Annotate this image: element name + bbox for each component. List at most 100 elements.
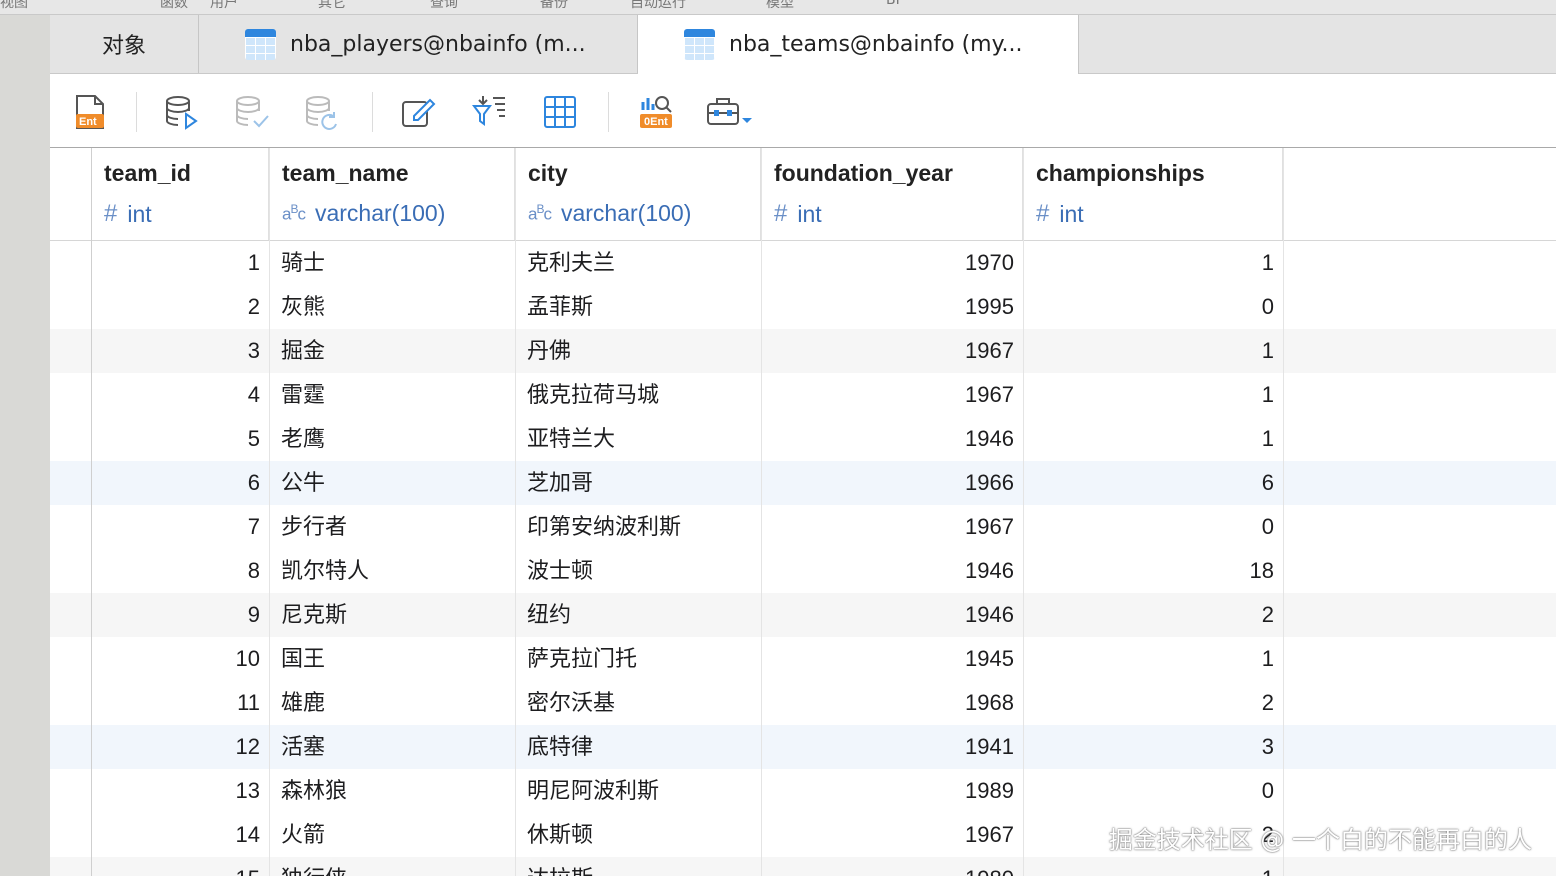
table-row[interactable]: 6 公牛 芝加哥 1966 6 <box>50 461 1556 505</box>
table-row[interactable]: 8 凯尔特人 波士顿 1946 18 <box>50 549 1556 593</box>
cell-city[interactable]: 波士顿 <box>515 549 761 593</box>
cell-championships[interactable]: 1 <box>1023 373 1283 417</box>
cell-team-id[interactable]: 3 <box>91 329 269 373</box>
table-row[interactable]: 15独行侠达拉斯19801 <box>50 857 1556 876</box>
cell-team-id[interactable]: 13 <box>91 769 269 813</box>
cell-team-name[interactable]: 老鹰 <box>269 417 515 461</box>
cell-city[interactable]: 芝加哥 <box>515 461 761 505</box>
cell-team-id[interactable]: 10 <box>91 637 269 681</box>
cell-foundation-year[interactable]: 1946 <box>761 593 1023 637</box>
menu-item[interactable]: 模型 <box>766 0 794 12</box>
cell-team-name[interactable]: 步行者 <box>269 505 515 549</box>
cell-team-name[interactable]: 火箭 <box>269 813 515 857</box>
cell-championships[interactable]: 3 <box>1023 725 1283 769</box>
cell-championships[interactable]: 2 <box>1023 593 1283 637</box>
cell-team-id[interactable]: 7 <box>91 505 269 549</box>
table-row[interactable]: 3 掘金 丹佛 1967 1 <box>50 329 1556 373</box>
cell-team-id[interactable]: 1 <box>91 241 269 285</box>
menu-item[interactable]: 备份 <box>540 0 568 12</box>
menu-item[interactable]: 查询 <box>430 0 458 12</box>
cell-city[interactable]: 萨克拉门托 <box>515 637 761 681</box>
cell-city[interactable]: 底特律 <box>515 725 761 769</box>
cell-city[interactable]: 丹佛 <box>515 329 761 373</box>
cell-foundation-year[interactable]: 1941 <box>761 725 1023 769</box>
cell-team-name[interactable]: 国王 <box>269 637 515 681</box>
column-header-4[interactable]: championships # int <box>1023 148 1283 240</box>
cell-championships[interactable]: 1 <box>1023 417 1283 461</box>
cell-championships[interactable]: 18 <box>1023 549 1283 593</box>
rollback-icon[interactable] <box>304 94 340 130</box>
cell-team-name[interactable]: 独行侠 <box>269 857 515 876</box>
cell-foundation-year[interactable]: 1970 <box>761 241 1023 285</box>
cell-foundation-year[interactable]: 1995 <box>761 285 1023 329</box>
cell-team-name[interactable]: 雄鹿 <box>269 681 515 725</box>
table-row[interactable]: 9 尼克斯 纽约 1946 2 <box>50 593 1556 637</box>
cell-foundation-year[interactable]: 1989 <box>761 769 1023 813</box>
cell-foundation-year[interactable]: 1967 <box>761 505 1023 549</box>
cell-team-name[interactable]: 雷霆 <box>269 373 515 417</box>
cell-team-name[interactable]: 公牛 <box>269 461 515 505</box>
tab-objects[interactable]: 对象 <box>50 15 199 73</box>
cell-team-name[interactable]: 尼克斯 <box>269 593 515 637</box>
data-grid[interactable]: team_id # int team_name aBc varchar(100) city a… <box>50 148 1556 876</box>
commit-icon[interactable] <box>234 94 270 130</box>
cell-city[interactable]: 密尔沃基 <box>515 681 761 725</box>
cell-foundation-year[interactable]: 1946 <box>761 417 1023 461</box>
column-header-0[interactable]: team_id # int <box>91 148 269 240</box>
cell-team-name[interactable]: 骑士 <box>269 241 515 285</box>
tab-nba-teams[interactable]: nba_teams@nbainfo (my... <box>638 15 1079 74</box>
cell-championships[interactable]: 1 <box>1023 241 1283 285</box>
cell-championships[interactable]: 1 <box>1023 857 1283 876</box>
table-row[interactable]: 13 森林狼 明尼阿波利斯 1989 0 <box>50 769 1556 813</box>
cell-city[interactable]: 孟菲斯 <box>515 285 761 329</box>
column-header-3[interactable]: foundation_year # int <box>761 148 1023 240</box>
menu-item[interactable]: 视图 <box>0 0 28 12</box>
cell-team-name[interactable]: 掘金 <box>269 329 515 373</box>
menu-item[interactable]: 其它 <box>318 0 346 12</box>
cell-team-id[interactable]: 2 <box>91 285 269 329</box>
grid-view-icon[interactable] <box>542 94 578 130</box>
tab-nba-players[interactable]: nba_players@nbainfo (m... <box>199 15 638 73</box>
cell-team-id[interactable]: 14 <box>91 813 269 857</box>
cell-championships[interactable]: 0 <box>1023 285 1283 329</box>
cell-team-id[interactable]: 11 <box>91 681 269 725</box>
table-row[interactable]: 4 雷霆 俄克拉荷马城 1967 1 <box>50 373 1556 417</box>
table-row[interactable]: 10 国王 萨克拉门托 1945 1 <box>50 637 1556 681</box>
cell-championships[interactable]: 0 <box>1023 505 1283 549</box>
tools-menu-icon[interactable] <box>704 94 756 130</box>
data-generation-icon[interactable]: 0Ent <box>638 94 674 130</box>
menu-item[interactable]: 函数 <box>160 0 188 12</box>
column-header-2[interactable]: city aBc varchar(100) <box>515 148 761 240</box>
cell-team-id[interactable]: 5 <box>91 417 269 461</box>
edit-text-icon[interactable] <box>400 94 436 130</box>
menu-item[interactable]: 用户 <box>210 0 238 12</box>
cell-team-id[interactable]: 12 <box>91 725 269 769</box>
cell-team-name[interactable]: 灰熊 <box>269 285 515 329</box>
table-row[interactable]: 1 骑士 克利夫兰 1970 1 <box>50 241 1556 285</box>
cell-team-id[interactable]: 8 <box>91 549 269 593</box>
cell-championships[interactable]: 1 <box>1023 329 1283 373</box>
cell-foundation-year[interactable]: 1967 <box>761 813 1023 857</box>
cell-foundation-year[interactable]: 1946 <box>761 549 1023 593</box>
cell-team-id[interactable]: 4 <box>91 373 269 417</box>
cell-team-id[interactable]: 9 <box>91 593 269 637</box>
cell-foundation-year[interactable]: 1967 <box>761 329 1023 373</box>
cell-city[interactable]: 纽约 <box>515 593 761 637</box>
cell-championships[interactable]: 0 <box>1023 769 1283 813</box>
cell-city[interactable]: 明尼阿波利斯 <box>515 769 761 813</box>
filter-sort-icon[interactable] <box>471 94 507 130</box>
cell-foundation-year[interactable]: 1966 <box>761 461 1023 505</box>
cell-championships[interactable]: 2 <box>1023 681 1283 725</box>
cell-team-name[interactable]: 凯尔特人 <box>269 549 515 593</box>
cell-team-id[interactable]: 15 <box>91 857 269 876</box>
begin-transaction-icon[interactable] <box>164 94 200 130</box>
menu-item[interactable]: BI <box>886 0 900 8</box>
cell-foundation-year[interactable]: 1945 <box>761 637 1023 681</box>
column-header-1[interactable]: team_name aBc varchar(100) <box>269 148 515 240</box>
menu-item[interactable]: 自动运行 <box>630 0 686 12</box>
cell-team-name[interactable]: 活塞 <box>269 725 515 769</box>
cell-foundation-year[interactable]: 1968 <box>761 681 1023 725</box>
cell-championships[interactable]: 1 <box>1023 637 1283 681</box>
cell-team-name[interactable]: 森林狼 <box>269 769 515 813</box>
cell-city[interactable]: 印第安纳波利斯 <box>515 505 761 549</box>
